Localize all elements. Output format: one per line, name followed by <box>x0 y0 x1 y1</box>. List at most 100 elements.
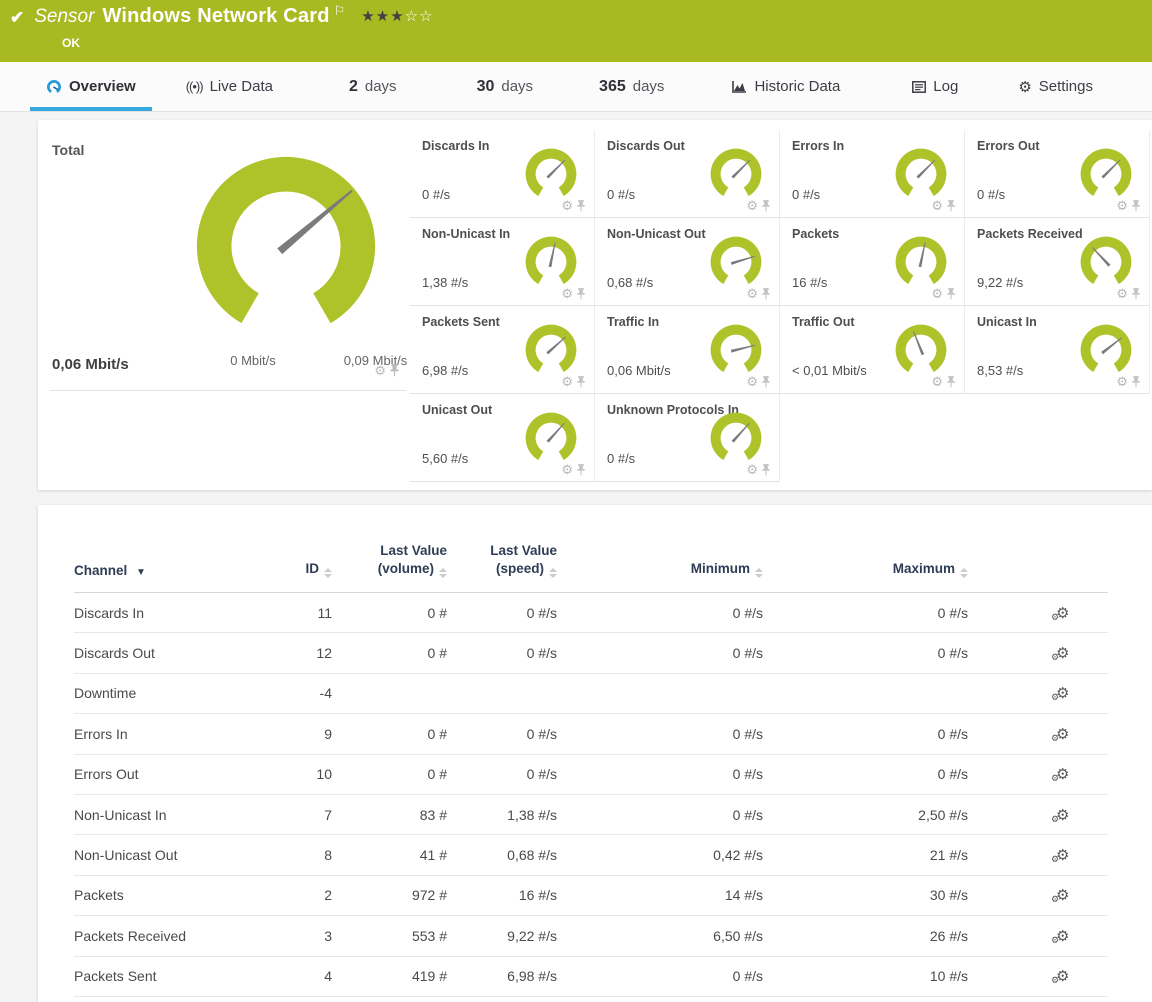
table-row[interactable]: Packets 2 972 # 16 #/s 14 #/s 30 #/s ⚙⚙ <box>74 876 1108 916</box>
tab-log[interactable]: Log <box>896 62 974 111</box>
channel-last-value-speed: 1,38 #/s <box>447 807 557 823</box>
table-row[interactable]: Non-Unicast In 7 83 # 1,38 #/s 0 #/s 2,5… <box>74 795 1108 835</box>
pin-icon[interactable] <box>1131 288 1141 300</box>
sort-icon[interactable] <box>549 568 557 578</box>
status-badge: OK <box>62 36 80 50</box>
gauge <box>892 145 950 203</box>
sort-icon[interactable] <box>755 568 763 578</box>
column-header-id[interactable]: ID <box>269 561 332 578</box>
gauge-settings-icon[interactable]: ⚙ <box>931 199 943 212</box>
table-row[interactable]: Errors In 9 0 # 0 #/s 0 #/s 0 #/s ⚙⚙ <box>74 714 1108 754</box>
column-header-channel[interactable]: Channel ▼ <box>74 563 269 578</box>
tab-30-days[interactable]: 30 days <box>461 62 549 111</box>
gauge-cell: Non-Unicast Out 0,68 #/s ⚙ <box>595 218 780 306</box>
gauge <box>892 321 950 379</box>
channel-settings-icon[interactable]: ⚙⚙ <box>1056 604 1069 622</box>
table-row[interactable]: Packets Sent 4 419 # 6,98 #/s 0 #/s 10 #… <box>74 957 1108 997</box>
pin-icon[interactable] <box>1131 376 1141 388</box>
channel-minimum: 0 #/s <box>557 726 763 742</box>
gauge-settings-icon[interactable]: ⚙ <box>1116 287 1128 300</box>
channel-last-value-volume: 0 # <box>332 645 447 661</box>
tab-bar: Overview ((•)) Live Data 2 days 30 days … <box>0 62 1152 112</box>
channel-settings-icon[interactable]: ⚙⚙ <box>1056 806 1069 824</box>
channel-minimum: 0 #/s <box>557 968 763 984</box>
pin-icon[interactable] <box>761 376 771 388</box>
gauge-value: 9,22 #/s <box>977 275 1023 290</box>
sort-icon[interactable] <box>439 568 447 578</box>
table-row[interactable]: Packets Received 3 553 # 9,22 #/s 6,50 #… <box>74 916 1108 956</box>
pin-icon[interactable] <box>1131 200 1141 212</box>
column-header-maximum[interactable]: Maximum <box>763 561 968 578</box>
table-row[interactable]: Non-Unicast Out 8 41 # 0,68 #/s 0,42 #/s… <box>74 835 1108 875</box>
pin-icon[interactable] <box>946 200 956 212</box>
pin-icon[interactable] <box>761 288 771 300</box>
column-header-last-value-speed[interactable]: Last Value (speed) <box>447 542 557 578</box>
gauge-value: < 0,01 Mbit/s <box>792 363 867 378</box>
gear-icon: ⚙ <box>1018 78 1031 96</box>
gauge-settings-icon[interactable]: ⚙ <box>931 375 943 388</box>
channel-settings-icon[interactable]: ⚙⚙ <box>1056 927 1069 945</box>
sort-icon[interactable] <box>324 568 332 578</box>
priority-rating[interactable]: ★★★☆☆ <box>361 7 433 25</box>
tab-live-data[interactable]: ((•)) Live Data <box>170 62 289 111</box>
gauge-settings-icon[interactable]: ⚙ <box>561 199 573 212</box>
tab-historic-data[interactable]: Historic Data <box>716 62 856 111</box>
channel-last-value-speed: 0,68 #/s <box>447 847 557 863</box>
gauge-settings-icon[interactable]: ⚙ <box>1116 199 1128 212</box>
pin-icon[interactable] <box>576 200 586 212</box>
pin-icon[interactable] <box>576 288 586 300</box>
channel-last-value-speed: 0 #/s <box>447 766 557 782</box>
flag-icon[interactable]: ⚐ <box>334 4 346 17</box>
gauge <box>1077 233 1135 291</box>
pin-icon[interactable] <box>576 464 586 476</box>
tab-label: Historic Data <box>754 78 840 95</box>
gauge-value: 1,38 #/s <box>422 275 468 290</box>
channel-last-value-volume: 419 # <box>332 968 447 984</box>
column-header-last-value-volume[interactable]: Last Value (volume) <box>332 542 447 578</box>
gauge-settings-icon[interactable]: ⚙ <box>746 463 758 476</box>
column-header-minimum[interactable]: Minimum <box>557 561 763 578</box>
pin-icon[interactable] <box>389 364 400 377</box>
chevron-down-icon: ▼ <box>136 567 146 578</box>
table-row[interactable]: Discards Out 12 0 # 0 #/s 0 #/s 0 #/s ⚙⚙ <box>74 633 1108 673</box>
gauge-cell: Unknown Protocols In 0 #/s ⚙ <box>595 394 780 482</box>
filled-stars[interactable]: ★★★ <box>361 8 404 25</box>
channel-settings-icon[interactable]: ⚙⚙ <box>1056 967 1069 985</box>
gauge-settings-icon[interactable]: ⚙ <box>746 375 758 388</box>
channel-settings-icon[interactable]: ⚙⚙ <box>1056 846 1069 864</box>
tab-2-days[interactable]: 2 days <box>333 62 413 111</box>
tab-settings[interactable]: ⚙ Settings <box>1002 62 1109 111</box>
broadcast-icon: ((•)) <box>186 79 203 94</box>
pin-icon[interactable] <box>946 376 956 388</box>
tab-overview[interactable]: Overview <box>30 62 152 111</box>
sensor-header: ✔ Sensor Windows Network Card ⚐ ★★★☆☆ OK <box>0 0 1152 62</box>
channel-settings-icon[interactable]: ⚙⚙ <box>1056 684 1069 702</box>
total-gauge-title: Total <box>52 142 84 158</box>
channel-settings-icon[interactable]: ⚙⚙ <box>1056 725 1069 743</box>
gauge-settings-icon[interactable]: ⚙ <box>561 287 573 300</box>
tab-365-days[interactable]: 365 days <box>583 62 680 111</box>
sort-icon[interactable] <box>960 568 968 578</box>
channel-settings-icon[interactable]: ⚙⚙ <box>1056 765 1069 783</box>
gauge <box>892 233 950 291</box>
gauge-settings-icon[interactable]: ⚙ <box>561 375 573 388</box>
gauge-settings-icon[interactable]: ⚙ <box>746 199 758 212</box>
channel-settings-icon[interactable]: ⚙⚙ <box>1056 644 1069 662</box>
channel-name: Packets <box>74 887 269 903</box>
pin-icon[interactable] <box>761 200 771 212</box>
gauge-settings-icon[interactable]: ⚙ <box>931 287 943 300</box>
channel-settings-icon[interactable]: ⚙⚙ <box>1056 886 1069 904</box>
table-row[interactable]: Errors Out 10 0 # 0 #/s 0 #/s 0 #/s ⚙⚙ <box>74 755 1108 795</box>
gauge-settings-icon[interactable]: ⚙ <box>374 364 386 377</box>
table-row[interactable]: Downtime -4 ⚙⚙ <box>74 674 1108 714</box>
table-row[interactable]: Discards In 11 0 # 0 #/s 0 #/s 0 #/s ⚙⚙ <box>74 593 1108 633</box>
gauge-settings-icon[interactable]: ⚙ <box>1116 375 1128 388</box>
gauge-value: 0,68 #/s <box>607 275 653 290</box>
empty-stars[interactable]: ☆☆ <box>405 8 434 25</box>
gauge-settings-icon[interactable]: ⚙ <box>746 287 758 300</box>
pin-icon[interactable] <box>946 288 956 300</box>
pin-icon[interactable] <box>576 376 586 388</box>
gauge-settings-icon[interactable]: ⚙ <box>561 463 573 476</box>
pin-icon[interactable] <box>761 464 771 476</box>
gauge-cell: Discards In 0 #/s ⚙ <box>410 130 595 218</box>
